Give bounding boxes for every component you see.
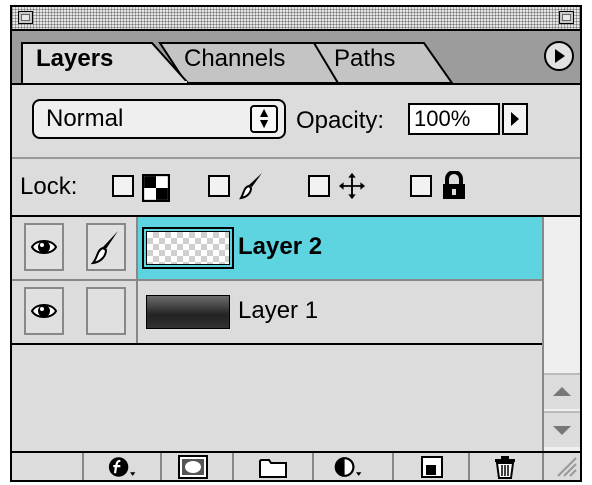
layer-content[interactable]: Layer 1: [138, 281, 542, 343]
new-layer-set-icon[interactable]: [258, 455, 288, 479]
lock-transparency-checkbox[interactable]: [112, 175, 134, 197]
lock-all-checkbox[interactable]: [410, 175, 432, 197]
tab-paths[interactable]: Paths: [334, 45, 395, 73]
new-layer-icon[interactable]: [416, 455, 446, 479]
toolbar-separator: [312, 453, 314, 480]
opacity-value: 100%: [414, 106, 471, 131]
lock-position-checkbox[interactable]: [308, 175, 330, 197]
blend-mode-select[interactable]: Normal ▲ ▼: [32, 99, 286, 139]
palette-menu-arrow-icon[interactable]: [544, 41, 574, 71]
transparency-lock-icon: [142, 174, 170, 202]
layer-name: Layer 1: [238, 297, 319, 324]
trash-icon[interactable]: [490, 455, 520, 479]
blend-mode-value: Normal: [46, 105, 124, 132]
close-box-icon[interactable]: [18, 11, 33, 24]
lock-label: Lock:: [20, 173, 78, 200]
toolbar-separator: [542, 453, 544, 480]
adjustment-layer-icon[interactable]: [334, 455, 364, 479]
toolbar-separator: [232, 453, 234, 480]
edit-toggle[interactable]: [86, 223, 126, 271]
opacity-slider-arrow-icon[interactable]: [502, 103, 528, 135]
eye-icon: [30, 304, 58, 318]
opacity-input[interactable]: 100%: [408, 103, 500, 135]
tab-channels[interactable]: Channels: [184, 45, 285, 73]
move-lock-icon: [338, 172, 366, 200]
brush-icon: [90, 231, 118, 265]
eye-icon: [30, 240, 58, 254]
edit-toggle[interactable]: [86, 287, 126, 335]
lock-options-row: Lock:: [12, 159, 580, 217]
visibility-toggle[interactable]: [24, 287, 64, 335]
bottom-toolbar: [12, 451, 580, 480]
blend-options-row: Normal ▲ ▼ Opacity: 100%: [12, 85, 580, 159]
row-divider: [12, 343, 542, 345]
select-arrows-icon: ▲ ▼: [250, 105, 278, 133]
lock-pixels-checkbox[interactable]: [208, 175, 230, 197]
toolbar-separator: [392, 453, 394, 480]
scroll-down-arrow-icon[interactable]: [544, 411, 580, 447]
toolbar-separator: [468, 453, 470, 480]
layer-thumbnail: [146, 295, 230, 329]
padlock-icon: [443, 171, 465, 199]
layer-mask-icon[interactable]: [178, 455, 208, 479]
tab-bar: Layers Channels Paths: [12, 31, 580, 85]
collapse-box-icon[interactable]: [559, 11, 574, 24]
tab-active-join: [23, 81, 187, 83]
brush-lock-icon: [239, 173, 262, 200]
visibility-toggle[interactable]: [24, 223, 64, 271]
layers-palette: Layers Channels Paths Normal ▲ ▼ Opacity:…: [10, 5, 582, 482]
scroll-up-arrow-icon[interactable]: [544, 373, 580, 409]
toolbar-separator: [82, 453, 84, 480]
layer-list: Layer 2 Layer 1: [12, 217, 542, 451]
resize-grip-icon[interactable]: [554, 454, 578, 478]
layer-list-scrollbar[interactable]: [542, 217, 580, 451]
palette-title-bar[interactable]: [12, 7, 580, 31]
opacity-label: Opacity:: [296, 107, 385, 134]
layer-thumbnail: [142, 227, 234, 269]
layer-row-1[interactable]: Layer 1: [12, 281, 542, 343]
layer-content[interactable]: Layer 2: [138, 217, 542, 279]
tab-layers[interactable]: Layers: [36, 45, 113, 73]
layer-row-2[interactable]: Layer 2: [12, 217, 542, 279]
layer-effects-icon[interactable]: [108, 455, 138, 479]
toolbar-separator: [160, 453, 162, 480]
layer-name: Layer 2: [238, 233, 323, 260]
